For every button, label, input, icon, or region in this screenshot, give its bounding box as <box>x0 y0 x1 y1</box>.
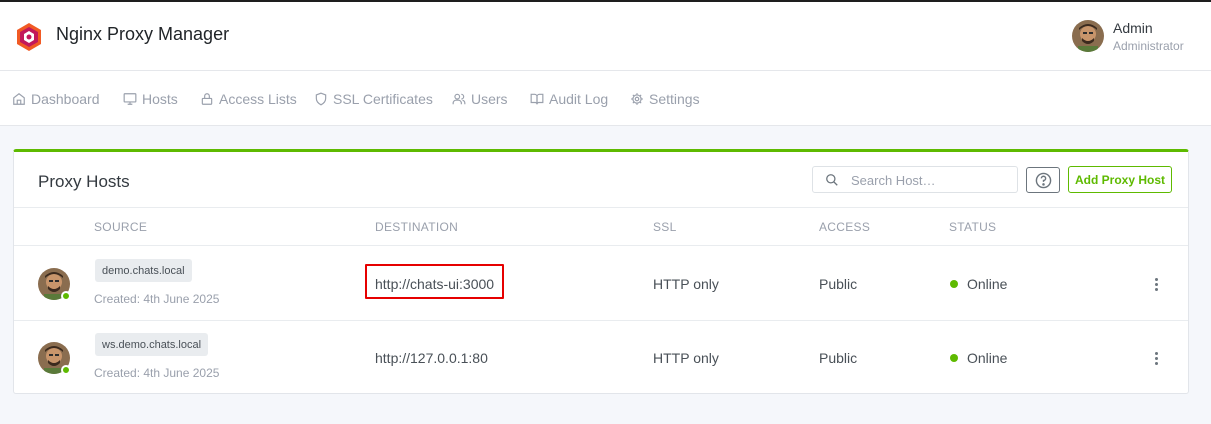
app-title[interactable]: Nginx Proxy Manager <box>56 24 229 45</box>
user-role: Administrator <box>1113 39 1184 53</box>
monitor-icon <box>123 93 137 105</box>
table-row[interactable]: demo.chats.local Created: 4th June 2025 … <box>14 246 1188 320</box>
nav-item-label: Hosts <box>142 91 178 107</box>
nav-item-label: Users <box>471 91 508 107</box>
status-dot <box>950 354 958 362</box>
search-input[interactable] <box>851 170 1011 190</box>
access-value: Public <box>819 276 858 292</box>
nav-item-settings[interactable]: Settings <box>630 89 700 109</box>
proxy-hosts-card: Proxy Hosts Add Proxy Host SOURCE DESTIN… <box>13 149 1189 394</box>
created-date: Created: 4th June 2025 <box>94 292 220 306</box>
row-menu-icon[interactable] <box>1150 350 1162 366</box>
nav-item-label: Access Lists <box>219 91 297 107</box>
nav-item-users[interactable]: Users <box>452 89 508 109</box>
online-indicator <box>61 365 71 375</box>
user-name[interactable]: Admin <box>1113 20 1153 36</box>
column-header-ssl[interactable]: SSL <box>653 220 677 234</box>
online-indicator <box>61 291 71 301</box>
column-header-destination[interactable]: DESTINATION <box>375 220 458 234</box>
nav-item-hosts[interactable]: Hosts <box>123 89 178 109</box>
home-icon <box>13 93 25 105</box>
destination-value: http://127.0.0.1:80 <box>375 350 488 366</box>
status-indicator: Online <box>950 276 1007 292</box>
column-header-access[interactable]: ACCESS <box>819 220 870 234</box>
app-logo-icon[interactable] <box>14 22 44 52</box>
user-avatar[interactable] <box>1072 20 1104 52</box>
search-box[interactable] <box>812 166 1018 193</box>
lock-icon <box>201 93 213 105</box>
row-menu-icon[interactable] <box>1150 276 1162 292</box>
ssl-value: HTTP only <box>653 350 719 366</box>
question-icon <box>1035 172 1051 188</box>
book-icon <box>530 93 544 105</box>
table-row[interactable]: ws.demo.chats.local Created: 4th June 20… <box>14 320 1188 394</box>
destination-highlight <box>365 264 504 299</box>
users-icon <box>452 93 466 105</box>
app-header: Nginx Proxy Manager Admin Administrator <box>0 2 1211 71</box>
nav-item-dashboard[interactable]: Dashboard <box>12 89 100 109</box>
column-header-status[interactable]: STATUS <box>949 220 996 234</box>
nav-item-label: SSL Certificates <box>333 91 433 107</box>
gear-icon <box>631 93 643 105</box>
status-label: Online <box>967 276 1008 292</box>
search-icon <box>826 174 838 186</box>
status-label: Online <box>967 350 1008 366</box>
main-nav: Dashboard Hosts Access Lists SSL Certifi… <box>0 71 1211 126</box>
card-title: Proxy Hosts <box>38 172 130 191</box>
column-header-source[interactable]: SOURCE <box>94 220 147 234</box>
help-button[interactable] <box>1026 167 1060 193</box>
table-header: SOURCE DESTINATION SSL ACCESS STATUS <box>14 207 1188 246</box>
access-value: Public <box>819 350 858 366</box>
nav-item-label: Settings <box>649 91 700 107</box>
shield-icon <box>315 92 327 106</box>
created-date: Created: 4th June 2025 <box>94 366 220 380</box>
status-indicator: Online <box>950 350 1007 366</box>
ssl-value: HTTP only <box>653 276 719 292</box>
status-dot <box>950 280 958 288</box>
domain-tag[interactable]: demo.chats.local <box>95 259 192 282</box>
nav-item-access-lists[interactable]: Access Lists <box>200 89 297 109</box>
nav-item-ssl-certificates[interactable]: SSL Certificates <box>314 89 433 109</box>
nav-item-label: Audit Log <box>549 91 609 107</box>
nav-item-audit-log[interactable]: Audit Log <box>530 89 608 109</box>
add-proxy-host-button[interactable]: Add Proxy Host <box>1068 166 1172 193</box>
nav-item-label: Dashboard <box>31 91 100 107</box>
domain-tag[interactable]: ws.demo.chats.local <box>95 333 209 356</box>
